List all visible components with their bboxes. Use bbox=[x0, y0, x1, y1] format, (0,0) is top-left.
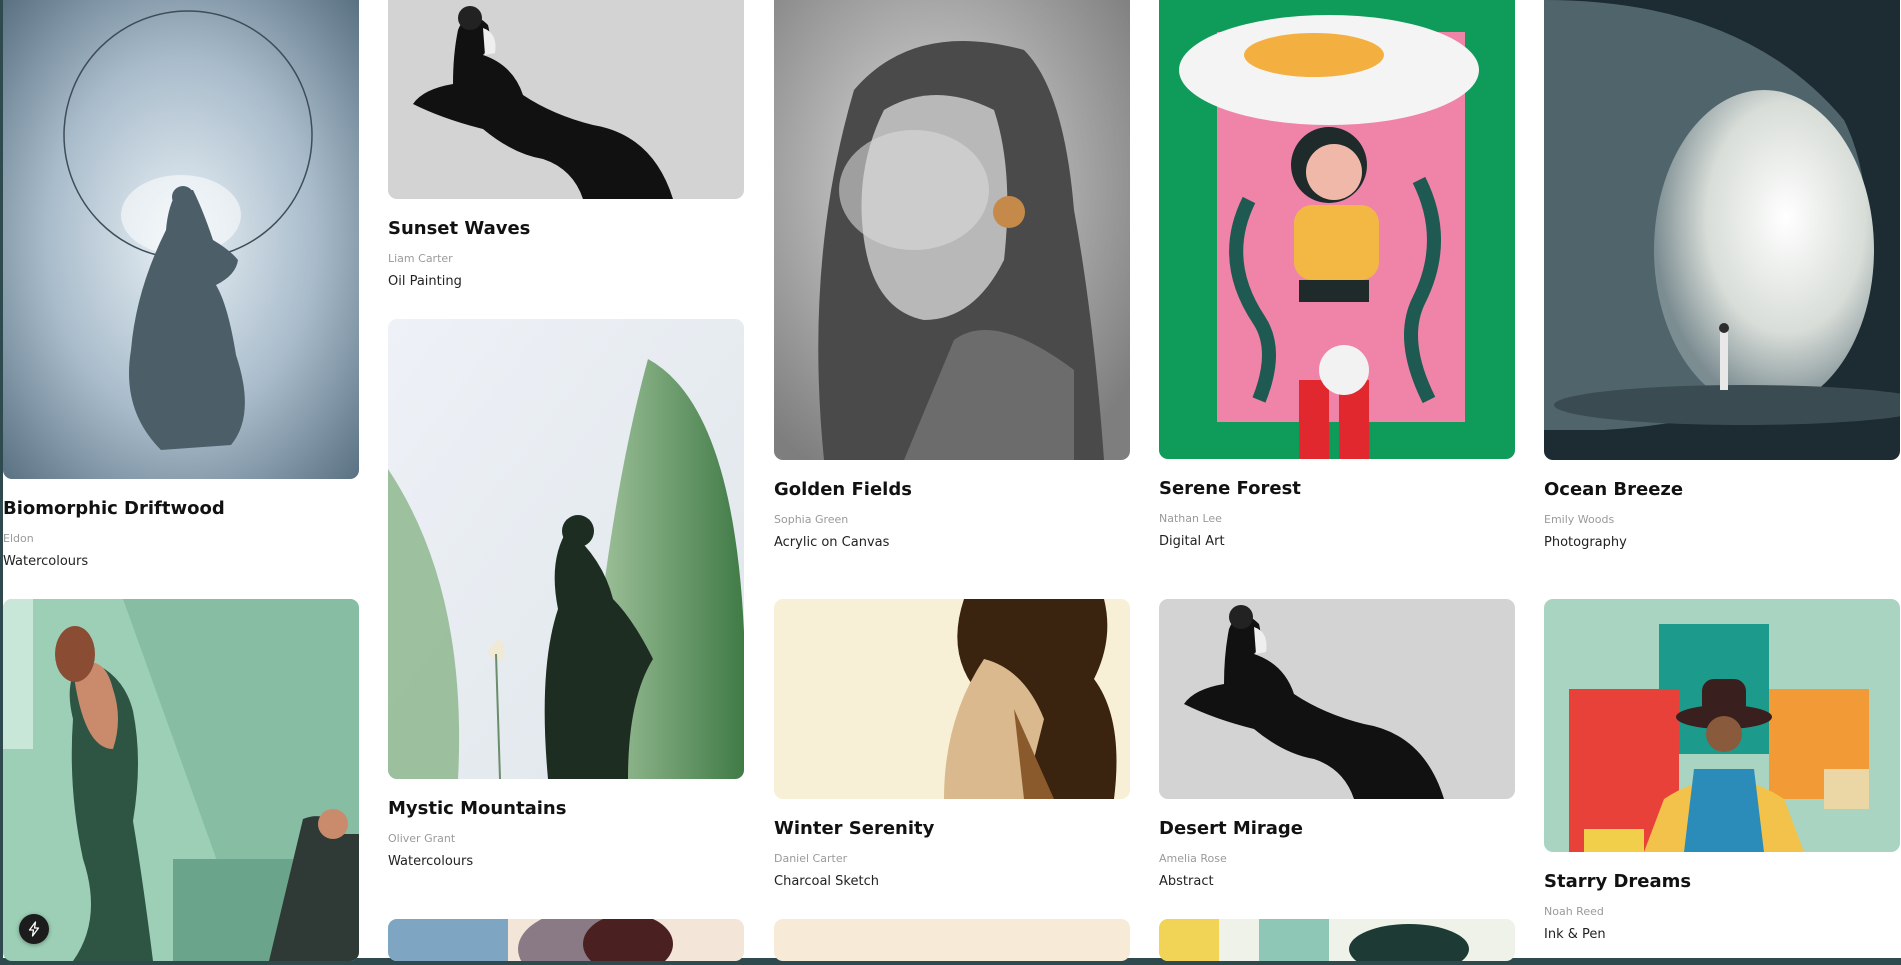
artwork-image[interactable] bbox=[774, 919, 1130, 961]
lightning-bolt-icon bbox=[28, 921, 40, 937]
artwork-card-partial[interactable] bbox=[388, 919, 744, 961]
artwork-artist: Daniel Carter bbox=[774, 852, 848, 865]
artwork-artist: Noah Reed bbox=[1544, 905, 1604, 918]
artwork-card-winter-serenity[interactable]: Winter Serenity Daniel Carter Charcoal S… bbox=[774, 599, 1130, 890]
artwork-artist: Eldon bbox=[3, 532, 34, 545]
artwork-title: Sunset Waves bbox=[388, 218, 531, 239]
artwork-card-sunset-waves[interactable]: Sunset Waves Liam Carter Oil Painting bbox=[388, 0, 744, 290]
artwork-title: Mystic Mountains bbox=[388, 798, 567, 819]
artwork-image[interactable] bbox=[388, 0, 744, 199]
artwork-image[interactable] bbox=[388, 919, 744, 961]
artwork-image[interactable] bbox=[774, 599, 1130, 799]
artwork-medium: Abstract bbox=[1159, 874, 1214, 889]
artwork-artist: Oliver Grant bbox=[388, 832, 456, 845]
artwork-image[interactable] bbox=[1159, 0, 1515, 459]
artwork-image[interactable] bbox=[3, 599, 359, 961]
artwork-card-biomorphic-driftwood[interactable]: Biomorphic Driftwood Eldon Watercolours bbox=[3, 0, 359, 570]
artwork-card-golden-fields[interactable]: Golden Fields Sophia Green Acrylic on Ca… bbox=[774, 0, 1130, 551]
artwork-image[interactable] bbox=[1159, 599, 1515, 799]
artwork-medium: Ink & Pen bbox=[1544, 927, 1606, 942]
artwork-medium: Photography bbox=[1544, 535, 1627, 550]
artwork-artist: Emily Woods bbox=[1544, 513, 1615, 526]
artwork-artist: Amelia Rose bbox=[1159, 852, 1227, 865]
artwork-medium: Oil Painting bbox=[388, 274, 462, 289]
artwork-medium: Charcoal Sketch bbox=[774, 874, 879, 889]
artwork-title: Starry Dreams bbox=[1544, 871, 1692, 892]
artwork-artist: Liam Carter bbox=[388, 252, 453, 265]
artwork-medium: Digital Art bbox=[1159, 534, 1225, 549]
lightning-action-button[interactable] bbox=[19, 914, 49, 944]
artwork-card-ocean-breeze[interactable]: Ocean Breeze Emily Woods Photography bbox=[1544, 0, 1900, 551]
artwork-title: Biomorphic Driftwood bbox=[3, 498, 225, 519]
artwork-image[interactable] bbox=[388, 319, 744, 779]
artwork-card-starry-dreams[interactable]: Starry Dreams Noah Reed Ink & Pen bbox=[1544, 599, 1900, 943]
artwork-medium: Watercolours bbox=[3, 554, 89, 569]
artwork-image[interactable] bbox=[1159, 919, 1515, 961]
artwork-title: Serene Forest bbox=[1159, 478, 1301, 499]
artwork-card-desert-mirage[interactable]: Desert Mirage Amelia Rose Abstract bbox=[1159, 599, 1515, 890]
artwork-card-serene-forest[interactable]: Serene Forest Nathan Lee Digital Art bbox=[1159, 0, 1515, 550]
artwork-card-partial[interactable] bbox=[1159, 919, 1515, 961]
artwork-image[interactable] bbox=[1544, 599, 1900, 852]
artwork-card-mystic-mountains[interactable]: Mystic Mountains Oliver Grant Watercolou… bbox=[388, 319, 744, 870]
artwork-medium: Acrylic on Canvas bbox=[774, 535, 890, 550]
artwork-title: Desert Mirage bbox=[1159, 818, 1304, 839]
artwork-image[interactable] bbox=[1544, 0, 1900, 460]
artwork-image[interactable] bbox=[3, 0, 359, 479]
artwork-artist: Nathan Lee bbox=[1159, 512, 1222, 525]
artwork-card-partial[interactable] bbox=[3, 599, 359, 961]
artwork-artist: Sophia Green bbox=[774, 513, 849, 526]
artwork-title: Winter Serenity bbox=[774, 818, 935, 839]
artwork-card-partial[interactable] bbox=[774, 919, 1130, 961]
artwork-title: Golden Fields bbox=[774, 479, 912, 500]
artwork-image[interactable] bbox=[774, 0, 1130, 460]
artwork-title: Ocean Breeze bbox=[1544, 479, 1684, 500]
artwork-medium: Watercolours bbox=[388, 854, 474, 869]
